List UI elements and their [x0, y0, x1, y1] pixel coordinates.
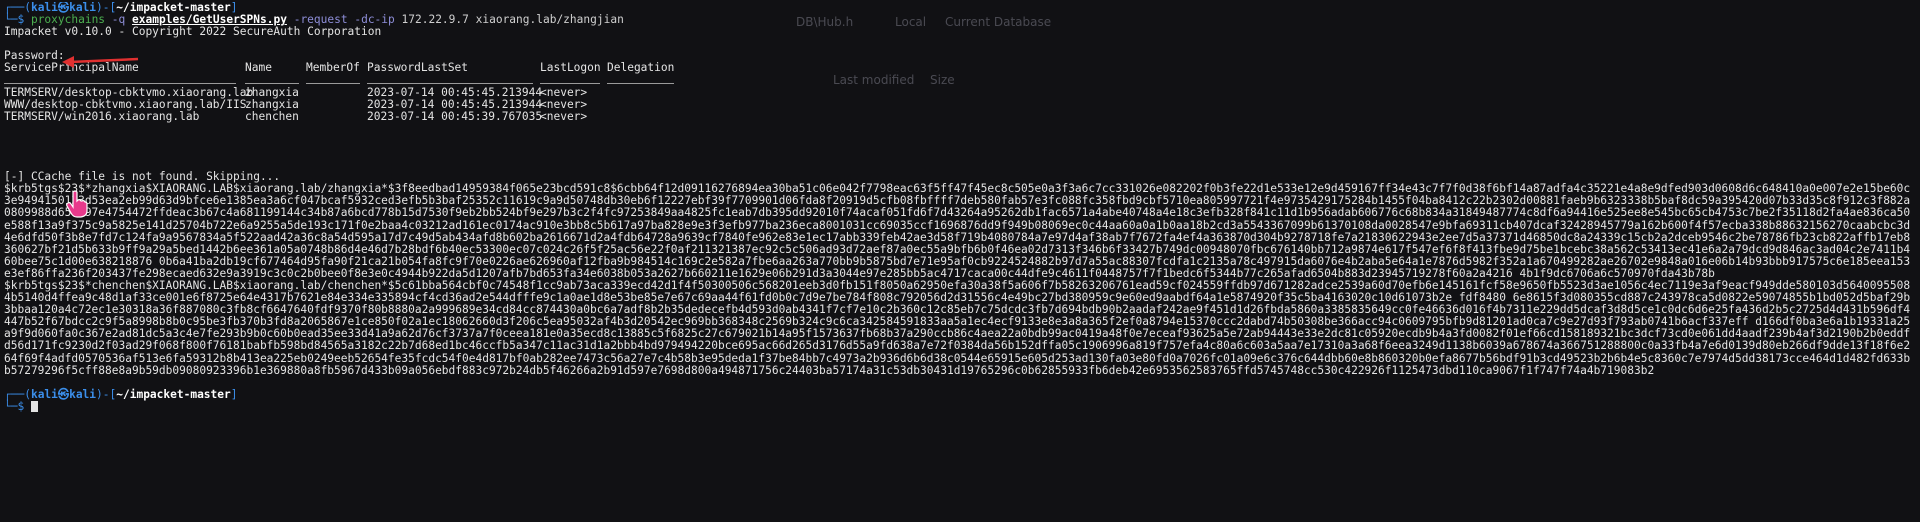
prompt-leader: └─$ [4, 13, 31, 27]
password-prompt: Password: [4, 49, 65, 63]
col-header: MemberOf [306, 61, 360, 75]
command-line[interactable]: └─$ [4, 399, 1916, 413]
table-cell: <never> [540, 109, 588, 123]
col-header: Delegation [607, 61, 675, 75]
col-header: PasswordLastSet [367, 61, 469, 75]
command-flag: -request [293, 13, 348, 27]
prompt-path: ~/impacket-master [116, 387, 231, 401]
table-cell: TERMSERV/win2016.xiaorang.lab [4, 109, 200, 123]
table-cell: chenchen [245, 109, 299, 123]
table-cell: zhangxia [245, 85, 299, 99]
tgs-hash-zhangxia: $krb5tgs$23$*zhangxia$XIAORANG.LAB$xiaor… [4, 182, 1911, 280]
red-arrow-annotation-icon [62, 56, 139, 68]
table-header-rule [4, 75, 1916, 87]
table-row: TERMSERV/desktop-cbktvmo.xiaorang.labzha… [4, 85, 1916, 99]
prompt-bracket: ┌──( [4, 387, 31, 401]
table-cell: 2023-07-14 00:45:45.213944 [367, 85, 543, 99]
command-flag: -q [111, 13, 126, 27]
table-cell: TERMSERV/desktop-cbktvmo.xiaorang.lab [4, 85, 254, 99]
prompt-user-host: kali㉿kali [30, 387, 97, 401]
table-header: ServicePrincipalName Name MemberOf Password… [4, 62, 1916, 74]
hand-pointer-icon [66, 190, 88, 218]
terminal-output[interactable]: ┌──(kali㉿kali)-[~/impacket-master] └─$ p… [4, 2, 1916, 520]
prompt-bracket: ] [230, 387, 238, 401]
command-arg: 172.22.9.7 [401, 13, 469, 27]
prompt-line: ┌──(kali㉿kali)-[~/impacket-master] [4, 387, 1916, 401]
command-name: proxychains [30, 13, 106, 27]
col-header: LastLogon [540, 61, 601, 75]
text-cursor [30, 400, 38, 412]
command-arg: xiaorang.lab/zhangjian [475, 13, 624, 27]
prompt-bracket: )-[ [96, 387, 117, 401]
tgs-hash-chenchen: $krb5tgs$23$*chenchen$XIAORANG.LAB$xiaor… [4, 278, 1911, 377]
command-script: examples/GetUserSPNs.py [132, 13, 287, 27]
table-row: TERMSERV/win2016.xiaorang.lab chenchen 202… [4, 109, 1916, 123]
prompt-leader: └─$ [4, 399, 31, 413]
banner-line: Impacket v0.10.0 - Copyright 2022 Secure… [4, 25, 382, 39]
col-header: Name [245, 61, 272, 75]
table-cell: <never> [540, 85, 588, 99]
table-cell: 2023-07-14 00:45:39.767035 [367, 109, 543, 123]
table-cell: <never> [540, 97, 588, 111]
command-flag: -dc-ip [354, 13, 395, 27]
